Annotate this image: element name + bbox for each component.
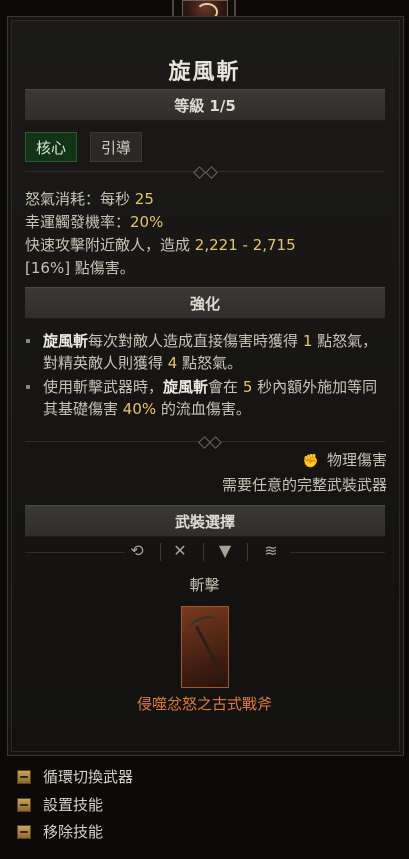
funnel-icon[interactable]: ▼ [215, 541, 235, 561]
action-assign-skill[interactable]: 設置技能 [17, 794, 103, 815]
action-label: 移除技能 [43, 823, 104, 841]
fury-cost-value: 25 [134, 190, 154, 208]
action-remove-skill[interactable]: 移除技能 [17, 821, 103, 842]
tag-channeled: 引導 [90, 132, 143, 162]
text: 點怒氣。 [182, 354, 243, 372]
enhancement-header: 強化 [25, 287, 385, 319]
weapon-name: 侵噬忿怒之古式戰斧 [136, 695, 272, 713]
key-icon [17, 797, 31, 812]
enhancement-bullet-1: 旋風斬每次對敵人造成直接傷害時獲得 1 點怒氣，對精英敵人則獲得 4 點怒氣。 [43, 330, 388, 374]
separator [203, 543, 204, 561]
enhancement-header-label: 強化 [189, 294, 220, 313]
lucky-hit-value: 20% [130, 213, 164, 231]
bullet-dot [26, 385, 30, 389]
key-icon [17, 824, 31, 839]
divider [25, 171, 200, 172]
divider [218, 171, 385, 172]
cycle-icon[interactable]: ⟲ [127, 541, 147, 561]
description-line-2: [16%] 點傷害。 [25, 259, 135, 277]
damage-type: 物理傷害 [326, 451, 387, 469]
lucky-hit-line: 幸運觸發機率：20% [25, 211, 163, 232]
separator [160, 543, 161, 561]
action-cycle-weapon[interactable]: 循環切換武器 [17, 766, 133, 787]
skill-ref: 旋風斬 [43, 332, 89, 350]
value: 40% [122, 400, 157, 418]
description-line-1: 快速攻擊附近敵人，造成 2,221 - 2,715 [25, 234, 296, 255]
divider [290, 552, 385, 553]
enhancement-bullet-2: 使用斬擊武器時，旋風斬會在 5 秒內額外施加等同其基礎傷害 40% 的流血傷害。 [43, 376, 388, 420]
weapon-card[interactable] [181, 606, 229, 688]
text: 會在 [208, 378, 239, 396]
divider [25, 441, 200, 442]
damage-range: 2,221 - 2,715 [194, 236, 296, 254]
divider [222, 441, 385, 442]
requirement: 需要任意的完整武裝武器 [221, 476, 387, 494]
text: 的流血傷害。 [160, 400, 251, 418]
value: 1 [302, 332, 313, 350]
text: 每次對敵人造成直接傷害時獲得 [88, 332, 299, 350]
description-text: 快速攻擊附近敵人，造成 [25, 236, 191, 254]
crossed-swords-icon[interactable]: ✕ [170, 541, 190, 561]
damage-type-line: ✊ 物理傷害 [303, 449, 387, 470]
lucky-hit-label: 幸運觸發機率： [25, 213, 131, 231]
weapon-category: 斬擊 [189, 576, 220, 594]
axe-handle-icon [195, 625, 225, 679]
separator [247, 543, 248, 561]
skill-ref: 旋風斬 [163, 378, 209, 396]
divider [25, 552, 125, 553]
weapon-selection-header: 武裝選擇 [25, 505, 385, 537]
text: 使用斬擊武器時， [43, 378, 164, 396]
bullet-dot [26, 339, 30, 343]
value: 4 [167, 354, 178, 372]
fist-icon: ✊ [302, 454, 319, 469]
tag-core: 核心 [25, 132, 78, 162]
fury-cost-label: 怒氣消耗：每秒 [25, 190, 131, 208]
action-label: 設置技能 [43, 796, 104, 814]
action-label: 循環切換武器 [43, 768, 134, 786]
value: 5 [242, 378, 253, 396]
skill-title: 旋風斬 [168, 60, 241, 85]
wifi-signal-icon[interactable]: ≋ [261, 541, 281, 561]
weapon-filter-icons: ⟲ ✕ ▼ ≋ [0, 541, 409, 567]
weapon-selection-label: 武裝選擇 [174, 512, 235, 531]
axe-head-icon [186, 612, 220, 637]
rank-label: 等級 1/5 [174, 96, 236, 115]
fury-cost-line: 怒氣消耗：每秒 25 [25, 188, 154, 209]
rank-bar: 等級 1/5 [25, 89, 385, 121]
key-icon [17, 769, 31, 784]
